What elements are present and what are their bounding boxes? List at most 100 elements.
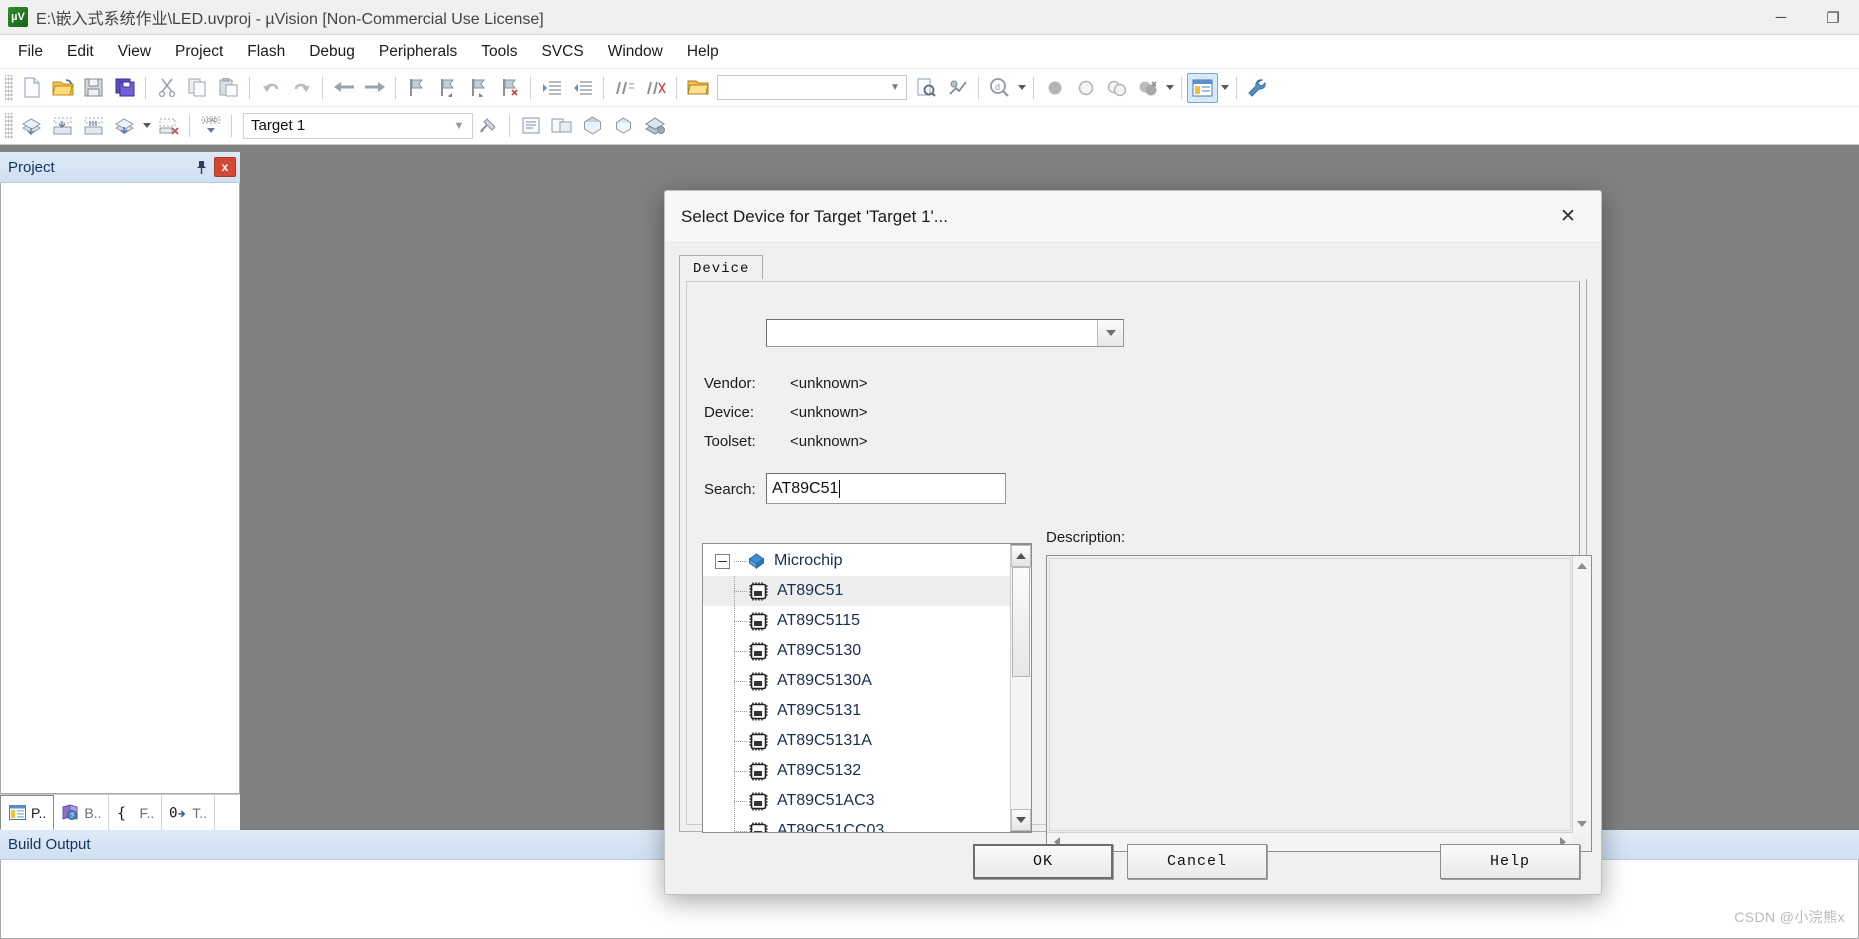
manage-components-icon[interactable] — [546, 111, 577, 141]
tab-books[interactable]: ? B.. — [54, 795, 110, 830]
menu-item-window[interactable]: Window — [596, 38, 675, 66]
device-tree-scrollbar[interactable] — [1010, 544, 1032, 832]
stop-build-icon[interactable] — [153, 111, 184, 141]
navigate-back-icon[interactable] — [328, 73, 359, 103]
scrollbar-track[interactable] — [1011, 567, 1031, 809]
bookmark-next-icon[interactable] — [463, 73, 494, 103]
outdent-icon[interactable] — [567, 73, 598, 103]
scroll-up-button[interactable] — [1011, 545, 1031, 567]
project-tree-area[interactable] — [0, 183, 240, 794]
target-select[interactable]: Target 1 ▼ — [243, 112, 473, 139]
menu-item-flash[interactable]: Flash — [235, 38, 297, 66]
chevron-down-icon[interactable]: ▼ — [884, 76, 906, 99]
breakpoint-icon[interactable] — [1039, 73, 1070, 103]
toolbar-combo[interactable]: ▼ — [717, 75, 907, 100]
batch-build-icon[interactable] — [109, 111, 140, 141]
tree-item-at89c5132[interactable]: AT89C5132 — [703, 756, 1032, 786]
comment-icon[interactable] — [609, 73, 640, 103]
manage-run-time-env-icon[interactable] — [639, 111, 670, 141]
description-text[interactable] — [1049, 558, 1571, 831]
tree-item-at89c51[interactable]: AT89C51 — [703, 576, 1032, 606]
maximize-button[interactable]: ❐ — [1807, 0, 1859, 35]
pin-icon[interactable] — [190, 156, 212, 178]
tree-node-vendor[interactable]: Microchip — [703, 546, 1032, 576]
rebuild-icon[interactable] — [78, 111, 109, 141]
paste-icon[interactable] — [213, 73, 244, 103]
menu-item-file[interactable]: File — [6, 38, 55, 66]
tree-item-at89c5131a[interactable]: AT89C5131A — [703, 726, 1032, 756]
scroll-down-button[interactable] — [1573, 814, 1591, 833]
undo-icon[interactable] — [255, 73, 286, 103]
tree-item-at89c5131[interactable]: AT89C5131 — [703, 696, 1032, 726]
open-folder-icon[interactable] — [682, 73, 713, 103]
bookmark-toggle-icon[interactable] — [401, 73, 432, 103]
save-all-icon[interactable] — [109, 73, 140, 103]
bookmark-prev-icon[interactable] — [432, 73, 463, 103]
translate-icon[interactable] — [16, 111, 47, 141]
breakpoint-disable-icon[interactable] — [1070, 73, 1101, 103]
scroll-down-button[interactable] — [1011, 809, 1031, 831]
batch-build-dropdown-arrow-icon[interactable] — [140, 111, 153, 141]
navigate-forward-icon[interactable] — [359, 73, 390, 103]
tree-item-at89c5130[interactable]: AT89C5130 — [703, 636, 1032, 666]
menu-item-view[interactable]: View — [106, 38, 163, 66]
open-file-icon[interactable] — [47, 73, 78, 103]
minimize-button[interactable]: ─ — [1755, 0, 1807, 35]
browse-symbols-icon[interactable] — [942, 73, 973, 103]
tree-item-at89c51cc03[interactable]: AT89C51CC03 — [703, 816, 1032, 832]
menu-item-tools[interactable]: Tools — [469, 38, 529, 66]
chevron-down-icon[interactable]: ▼ — [446, 114, 472, 138]
zoom-icon[interactable]: d — [984, 73, 1015, 103]
download-to-flash-icon[interactable]: LOAD — [195, 111, 226, 141]
save-icon[interactable] — [78, 73, 109, 103]
dialog-close-button[interactable]: ✕ — [1547, 198, 1589, 236]
target-options-icon[interactable] — [473, 111, 504, 141]
tab-device[interactable]: Device — [679, 255, 764, 281]
chevron-down-icon[interactable] — [1097, 320, 1123, 346]
search-input[interactable]: AT89C51 — [766, 473, 1006, 504]
redo-icon[interactable] — [286, 73, 317, 103]
tab-templates[interactable]: 0 T.. — [162, 795, 215, 830]
description-vscrollbar[interactable] — [1572, 556, 1591, 833]
tree-item-at89c5130a[interactable]: AT89C5130A — [703, 666, 1032, 696]
zoom-dropdown-arrow-icon[interactable] — [1015, 73, 1028, 103]
menu-item-peripherals[interactable]: Peripherals — [367, 38, 469, 66]
ok-button[interactable]: OK — [973, 844, 1113, 879]
device-tree[interactable]: Microchip AT89C51 AT89C5115 AT89C5130 AT… — [702, 543, 1032, 833]
indent-icon[interactable] — [536, 73, 567, 103]
tree-item-at89c5115[interactable]: AT89C5115 — [703, 606, 1032, 636]
bookmark-clear-icon[interactable] — [494, 73, 525, 103]
manage-project-items-icon[interactable] — [515, 111, 546, 141]
menu-item-project[interactable]: Project — [163, 38, 235, 66]
menu-item-svcs[interactable]: SVCS — [529, 38, 595, 66]
tab-functions[interactable]: { } F.. — [109, 795, 163, 830]
breakpoints-disable-all-icon[interactable] — [1101, 73, 1132, 103]
device-combo[interactable] — [766, 319, 1124, 347]
menu-item-debug[interactable]: Debug — [297, 38, 367, 66]
tree-item-at89c51ac3[interactable]: AT89C51AC3 — [703, 786, 1032, 816]
find-in-files-icon[interactable] — [911, 73, 942, 103]
menu-item-edit[interactable]: Edit — [55, 38, 106, 66]
close-panel-button[interactable]: x — [214, 157, 236, 177]
build-icon[interactable] — [47, 111, 78, 141]
collapse-icon[interactable] — [715, 553, 730, 569]
cut-icon[interactable] — [151, 73, 182, 103]
cancel-button[interactable]: Cancel — [1127, 844, 1267, 879]
copy-icon[interactable] — [182, 73, 213, 103]
window-layout-dropdown-arrow-icon[interactable] — [1218, 73, 1231, 103]
breakpoints-kill-all-icon[interactable] — [1132, 73, 1163, 103]
tab-project[interactable]: P.. — [0, 795, 55, 830]
breakpoints-dropdown-arrow-icon[interactable] — [1163, 73, 1176, 103]
configure-wrench-icon[interactable] — [1242, 73, 1273, 103]
pack-installer2-icon[interactable] — [608, 111, 639, 141]
pack-installer-icon[interactable] — [577, 111, 608, 141]
scrollbar-thumb[interactable] — [1012, 567, 1030, 677]
help-button[interactable]: Help — [1440, 844, 1580, 879]
toolbar-grip[interactable] — [5, 112, 13, 139]
scroll-up-button[interactable] — [1573, 556, 1591, 575]
menu-item-help[interactable]: Help — [675, 38, 731, 66]
toolbar-grip[interactable] — [5, 74, 13, 101]
new-file-icon[interactable] — [16, 73, 47, 103]
scrollbar-track[interactable] — [1573, 575, 1591, 814]
uncomment-icon[interactable] — [640, 73, 671, 103]
